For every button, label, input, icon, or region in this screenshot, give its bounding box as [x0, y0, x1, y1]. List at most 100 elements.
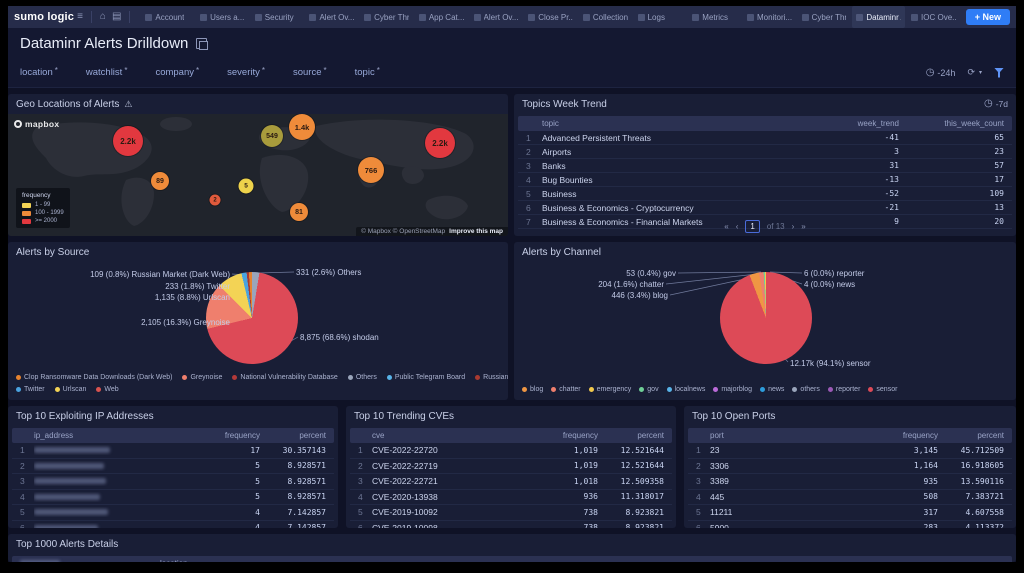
table-row[interactable]: 5 CVE-2019-10092 738 8.923821 — [350, 505, 672, 521]
sumo-logic-logo[interactable]: sumo logic — [14, 11, 74, 23]
table-row[interactable]: 5 Business -52 109 — [518, 187, 1012, 201]
legend-item[interactable]: Web — [96, 386, 119, 393]
map-bubble[interactable]: 89 — [151, 172, 169, 190]
filter-dropdown[interactable]: company * — [155, 66, 199, 78]
filter-dropdown[interactable]: topic * — [355, 66, 380, 78]
nav-tab[interactable]: Users a... — [196, 6, 249, 28]
legend-item[interactable]: sensor — [868, 386, 897, 393]
panel-time-range[interactable]: ◷ -7d — [984, 99, 1008, 110]
legend-item[interactable]: Twitter — [16, 386, 45, 393]
next-page-button[interactable]: › — [792, 222, 795, 231]
share-icon[interactable] — [196, 37, 209, 50]
table-row[interactable]: 2 5 8.928571 — [12, 459, 334, 474]
table-row[interactable]: 6 CVE-2019-10098 738 8.923821 — [350, 521, 672, 528]
nav-tab[interactable]: Cyber Thre... — [798, 6, 851, 28]
refresh-button[interactable]: ⟳ ▾ — [967, 67, 982, 78]
column-cve[interactable]: cve — [372, 431, 540, 440]
nav-tab[interactable]: IOC Ove... — [907, 6, 960, 28]
improve-map-link[interactable]: Improve this map — [449, 228, 503, 235]
table-row[interactable]: 4 445 508 7.383721 — [688, 490, 1012, 505]
table-row[interactable]: 5 4 7.142857 — [12, 505, 334, 521]
map[interactable]: mapbox 2.2k 549 1.4k 2.2k 89 766 2 5 81 frequenc… — [8, 114, 508, 236]
table-row[interactable]: 1 Advanced Persistent Threats -41 65 — [518, 131, 1012, 145]
legend-item[interactable]: Greynoise — [182, 374, 222, 381]
current-page[interactable]: 1 — [745, 220, 760, 233]
map-attribution[interactable]: © Mapbox © OpenStreetMap Improve this map — [356, 227, 508, 236]
legend-item[interactable]: Clop Ransomware Data Downloads (Dark Web… — [16, 374, 172, 381]
map-bubble[interactable]: 1.4k — [289, 114, 315, 140]
table-row[interactable]: 3 CVE-2022-22721 1,018 12.509358 — [350, 474, 672, 490]
map-bubble[interactable]: 766 — [358, 157, 384, 183]
legend-item[interactable]: news — [760, 386, 784, 393]
pie-chart-channel[interactable] — [720, 272, 812, 364]
nav-tab[interactable]: Alert Ov... — [470, 6, 523, 28]
nav-tab[interactable]: Collection — [579, 6, 632, 28]
nav-tab[interactable]: Dataminr Al... — [852, 6, 906, 28]
legend-item[interactable]: Urlscan — [54, 386, 86, 393]
legend-item[interactable]: gov — [639, 386, 659, 393]
nav-tab[interactable]: Monitori... — [743, 6, 796, 28]
column-topic[interactable]: topic — [542, 119, 819, 128]
table-row[interactable]: 6 4 7.142857 — [12, 521, 334, 528]
nav-tab[interactable]: Account — [141, 6, 194, 28]
table-row[interactable]: 4 5 8.928571 — [12, 490, 334, 505]
map-bubble[interactable]: 81 — [290, 203, 308, 221]
legend-item[interactable]: emergency — [588, 386, 631, 393]
filter-icon[interactable] — [994, 67, 1004, 78]
table-row[interactable]: 3 5 8.928571 — [12, 474, 334, 490]
column-frequency[interactable]: frequency — [880, 431, 938, 440]
time-range-button[interactable]: ◷ -24h — [926, 67, 956, 78]
filter-dropdown[interactable]: source * — [293, 66, 327, 78]
map-bubble[interactable]: 2.2k — [425, 128, 455, 158]
nav-tab[interactable]: Cyber Thre... — [360, 6, 413, 28]
legend-item[interactable]: blog — [522, 386, 543, 393]
menu-icon[interactable]: ≡ — [77, 12, 83, 22]
legend-item[interactable]: majorblog — [713, 386, 752, 393]
library-icon[interactable]: ▤ — [112, 12, 121, 22]
legend-item[interactable]: localnews — [666, 386, 705, 393]
table-row[interactable]: 3 Banks 31 57 — [518, 159, 1012, 173]
table-row[interactable]: 2 Airports 3 23 — [518, 145, 1012, 159]
column-percent[interactable]: percent — [938, 431, 1004, 440]
warning-icon[interactable]: ⚠ — [124, 99, 132, 110]
map-bubble[interactable]: 549 — [261, 125, 283, 147]
column-frequency[interactable]: frequency — [202, 431, 260, 440]
filter-dropdown[interactable]: location * — [20, 66, 58, 78]
column-percent[interactable]: percent — [260, 431, 326, 440]
legend-item[interactable]: others — [792, 386, 820, 393]
column-port[interactable]: port — [710, 431, 880, 440]
table-row[interactable]: 1 CVE-2022-22720 1,019 12.521644 — [350, 443, 672, 459]
column-frequency[interactable]: frequency — [540, 431, 598, 440]
column-week-trend[interactable]: week_trend — [819, 119, 899, 128]
first-page-button[interactable]: « — [724, 222, 728, 231]
table-row[interactable]: 3 3389 935 13.590116 — [688, 474, 1012, 490]
table-row[interactable]: 5 11211 317 4.607558 — [688, 505, 1012, 521]
filter-dropdown[interactable]: watchlist * — [86, 66, 128, 78]
table-row[interactable]: 1 17 30.357143 — [12, 443, 334, 459]
prev-page-button[interactable]: ‹ — [736, 222, 739, 231]
nav-tab[interactable]: App Cat... — [415, 6, 468, 28]
legend-item[interactable]: Public Telegram Board — [386, 374, 465, 381]
legend-item[interactable]: National Vulnerability Database — [232, 374, 338, 381]
table-row[interactable]: 4 Bug Bounties -13 17 — [518, 173, 1012, 187]
column-ip-address[interactable]: ip_address — [34, 431, 202, 440]
nav-tab[interactable]: Metrics — [688, 6, 741, 28]
map-bubble[interactable]: 5 — [238, 178, 254, 194]
nav-tab[interactable]: Close Pr... — [524, 6, 577, 28]
legend-item[interactable]: chatter — [551, 386, 581, 393]
table-row[interactable]: 6 5900 283 4.113372 — [688, 521, 1012, 528]
table-row[interactable]: 1 23 3,145 45.712509 — [688, 443, 1012, 459]
legend-item[interactable]: Russian Market (Dark Web) — [475, 374, 508, 381]
filter-dropdown[interactable]: severity * — [227, 66, 265, 78]
column-percent[interactable]: percent — [598, 431, 664, 440]
table-row[interactable]: 2 CVE-2022-22719 1,019 12.521644 — [350, 459, 672, 474]
nav-tab[interactable]: Security — [251, 6, 304, 28]
nav-tab[interactable]: Logs — [634, 6, 687, 28]
table-row[interactable]: 2 3306 1,164 16.918605 — [688, 459, 1012, 474]
table-row[interactable]: 4 CVE-2020-13938 936 11.318017 — [350, 490, 672, 505]
map-bubble[interactable]: 2 — [209, 194, 221, 206]
map-bubble[interactable]: 2.2k — [113, 126, 143, 156]
nav-tab[interactable]: Alert Ov... — [305, 6, 358, 28]
column-location[interactable]: location — [160, 559, 1004, 562]
new-button[interactable]: + New — [965, 9, 1010, 25]
